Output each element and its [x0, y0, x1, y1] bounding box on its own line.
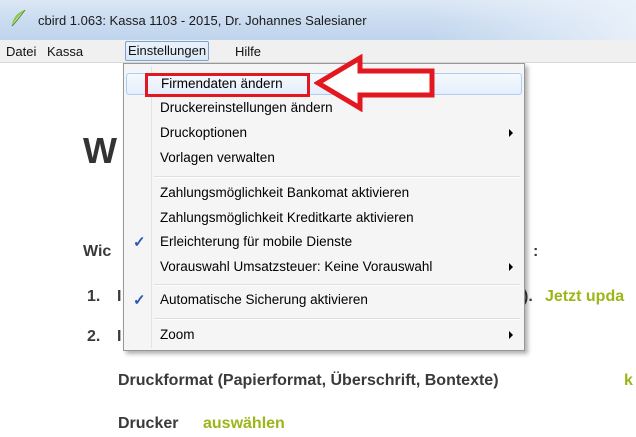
menu-item-label: Vorlagen verwalten	[160, 150, 275, 165]
menu-item-vorauswahl-umsatzsteuer[interactable]: Vorauswahl Umsatzsteuer: Keine Vorauswah…	[126, 257, 522, 279]
menu-hilfe[interactable]: Hilfe	[233, 43, 263, 60]
menu-separator	[154, 176, 520, 178]
list-number-2: 2.	[87, 328, 101, 345]
menu-item-label: Druckereinstellungen ändern	[160, 100, 333, 115]
menu-item-druckoptionen[interactable]: Druckoptionen	[126, 123, 522, 145]
menu-item-label: Druckoptionen	[160, 125, 248, 140]
checkmark-icon: ✓	[133, 292, 146, 309]
window-titlebar[interactable]: cbird 1.063: Kassa 1103 - 2015, Dr. Joha…	[0, 0, 636, 40]
menu-item-mobile-dienste[interactable]: ✓ Erleichterung für mobile Dienste	[126, 232, 522, 254]
submenu-arrow-icon	[509, 331, 513, 339]
checkmark-icon: ✓	[133, 234, 146, 251]
menu-item-zoom[interactable]: Zoom	[126, 325, 522, 347]
list-item-2-fragment: I	[117, 328, 122, 345]
annotation-highlight-box	[145, 73, 310, 97]
list-number-1: 1.	[87, 288, 101, 305]
page-title-fragment: W	[83, 130, 117, 171]
menu-separator	[154, 318, 520, 320]
drucker-select-link[interactable]: auswählen	[203, 415, 285, 433]
druckformat-link[interactable]: k	[624, 372, 633, 390]
menu-item-bankomat[interactable]: Zahlungsmöglichkeit Bankomat aktivieren	[126, 183, 522, 205]
druckformat-text: Druckformat (Papierformat, Überschrift, …	[118, 372, 499, 389]
submenu-arrow-icon	[509, 129, 513, 137]
menu-datei[interactable]: Datei	[4, 43, 38, 60]
menu-item-label: Automatische Sicherung aktivieren	[160, 292, 368, 307]
menu-item-vorlagen-verwalten[interactable]: Vorlagen verwalten	[126, 148, 522, 170]
window-title: cbird 1.063: Kassa 1103 - 2015, Dr. Joha…	[38, 13, 367, 28]
menu-item-label: Zahlungsmöglichkeit Kreditkarte aktivier…	[160, 210, 414, 225]
menu-item-label: Zoom	[160, 327, 195, 342]
menu-item-kreditkarte[interactable]: Zahlungsmöglichkeit Kreditkarte aktivier…	[126, 208, 522, 230]
menu-separator	[154, 284, 520, 286]
menu-item-automatische-sicherung[interactable]: ✓ Automatische Sicherung aktivieren	[126, 290, 522, 312]
annotation-arrow-icon	[314, 54, 435, 112]
menu-item-label: Zahlungsmöglichkeit Bankomat aktivieren	[160, 185, 410, 200]
menu-item-label: Vorauswahl Umsatzsteuer: Keine Vorauswah…	[160, 259, 433, 274]
list-item-1-fragment: I	[117, 288, 122, 305]
menu-einstellungen[interactable]: Einstellungen	[125, 41, 210, 61]
drucker-text: Drucker	[118, 415, 179, 432]
submenu-arrow-icon	[509, 263, 513, 271]
menu-kassa[interactable]: Kassa	[45, 43, 85, 60]
cbird-leaf-icon	[11, 9, 26, 27]
update-link[interactable]: Jetzt upda	[545, 288, 624, 306]
titlebar-ghost	[430, 0, 636, 40]
intro-text-fragment: Wic	[83, 243, 112, 260]
menu-item-label: Erleichterung für mobile Dienste	[160, 234, 353, 249]
intro-text-tail: :	[533, 243, 539, 260]
